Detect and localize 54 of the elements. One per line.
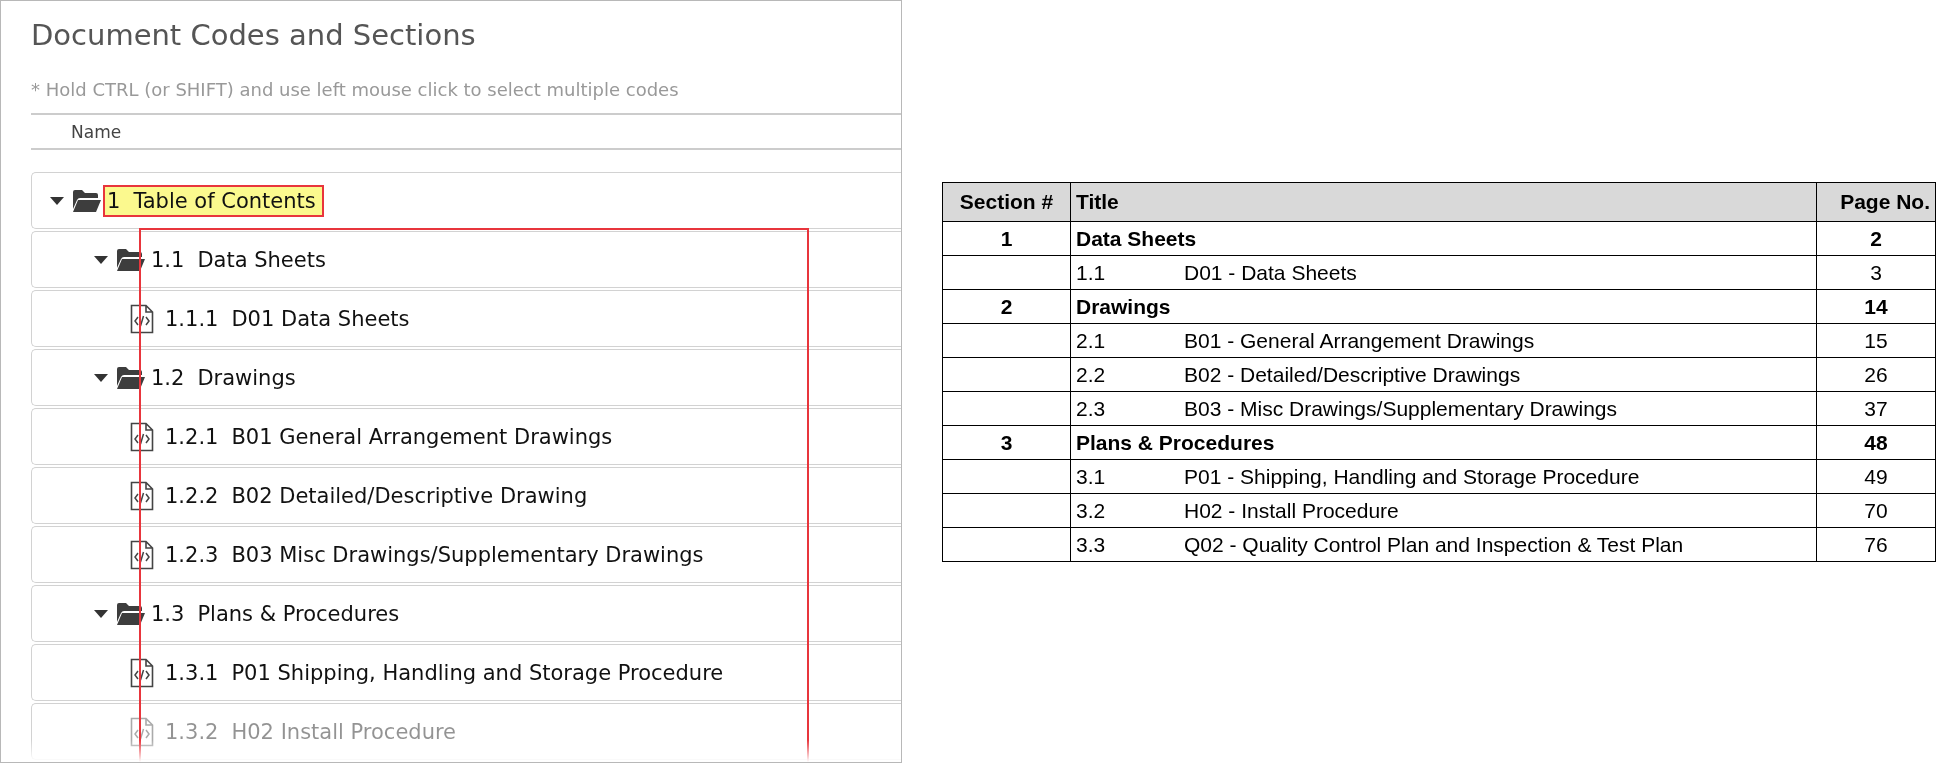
subsection-number: 2.3 [1076,396,1107,421]
section-title: B02 - Detailed/Descriptive Drawings [1184,362,1521,386]
subsection-number: 2.2 [1076,362,1107,387]
column-header: Page No. [1816,182,1936,222]
tree-item-label[interactable]: 1.2.3 B03 Misc Drawings/Supplementary Drawings [161,538,712,571]
tree-row[interactable]: 1.2.2 B02 Detailed/Descriptive Drawing [31,467,901,524]
column-header: Title [1070,182,1817,222]
section-title: Q02 - Quality Control Plan and Inspection & Test Plan [1184,532,1684,556]
page-number: 48 [1864,430,1888,454]
page-number: 26 [1864,362,1888,386]
subsection-number: 3.2 [1076,498,1107,523]
subsection-number: 3.3 [1076,532,1107,557]
section-title: Data Sheets [1076,226,1197,250]
page-number: 3 [1870,260,1882,284]
section-title: B01 - General Arrangement Drawings [1184,328,1535,352]
hint-text: * Hold CTRL (or SHIFT) and use left mouse click to select multiple codes [31,79,901,115]
section-number: 3 [1000,430,1013,454]
tree-row[interactable]: 1 Table of Contents [31,172,901,229]
section-number: 1 [1000,226,1013,250]
page-number: 49 [1864,464,1888,488]
tree-item-label[interactable]: 1.1.1 D01 Data Sheets [161,302,418,335]
tree-item-label[interactable]: 1.2.2 B02 Detailed/Descriptive Drawing [161,479,596,512]
tree-item-label[interactable]: 1.3 Plans & Procedures [147,597,408,630]
tree-row[interactable]: 1.3.1 P01 Shipping, Handling and Storage Procedure [31,644,901,701]
tree-item-label[interactable]: 1.2.1 B01 General Arrangement Drawings [161,420,621,453]
section-title: H02 - Install Procedure [1184,498,1399,522]
section-title: D01 - Data Sheets [1184,260,1357,284]
panel-title: Document Codes and Sections [31,18,477,52]
tree-item-label[interactable]: 1.2 Drawings [147,361,304,394]
page-number: 2 [1870,226,1882,250]
section-title: Drawings [1076,294,1171,318]
page-number: 70 [1864,498,1888,522]
column-header: Name [71,121,122,142]
subsection-number: 2.1 [1076,328,1107,353]
section-title: P01 - Shipping, Handling and Storage Procedure [1184,464,1640,488]
tree-item-label[interactable]: 1.1 Data Sheets [147,243,334,276]
page-number: 76 [1864,532,1888,556]
page-number: 14 [1864,294,1888,318]
column-header: Section # [942,182,1071,222]
tree-row[interactable]: 1.3 Plans & Procedures [31,585,901,642]
tree-item-label[interactable]: 1 Table of Contents [103,184,324,217]
section-title: B03 - Misc Drawings/Supplementary Drawings [1184,396,1617,420]
tree-row[interactable]: 1.2 Drawings [31,349,901,406]
page-number: 37 [1864,396,1888,420]
section-title: Plans & Procedures [1076,430,1275,454]
tree-row[interactable]: 1.2.1 B01 General Arrangement Drawings [31,408,901,465]
tree-item-label[interactable]: 1.3.1 P01 Shipping, Handling and Storage Procedure [161,656,732,689]
subsection-number: 1.1 [1076,260,1107,285]
tree-row[interactable]: 1.1.1 D01 Data Sheets [31,290,901,347]
section-number: 2 [1000,294,1013,318]
page-number: 15 [1864,328,1888,352]
tree-row[interactable]: 1.1 Data Sheets [31,231,901,288]
subsection-number: 3.1 [1076,464,1107,489]
tree-row[interactable]: 1.2.3 B03 Misc Drawings/Supplementary Drawings [31,526,901,583]
